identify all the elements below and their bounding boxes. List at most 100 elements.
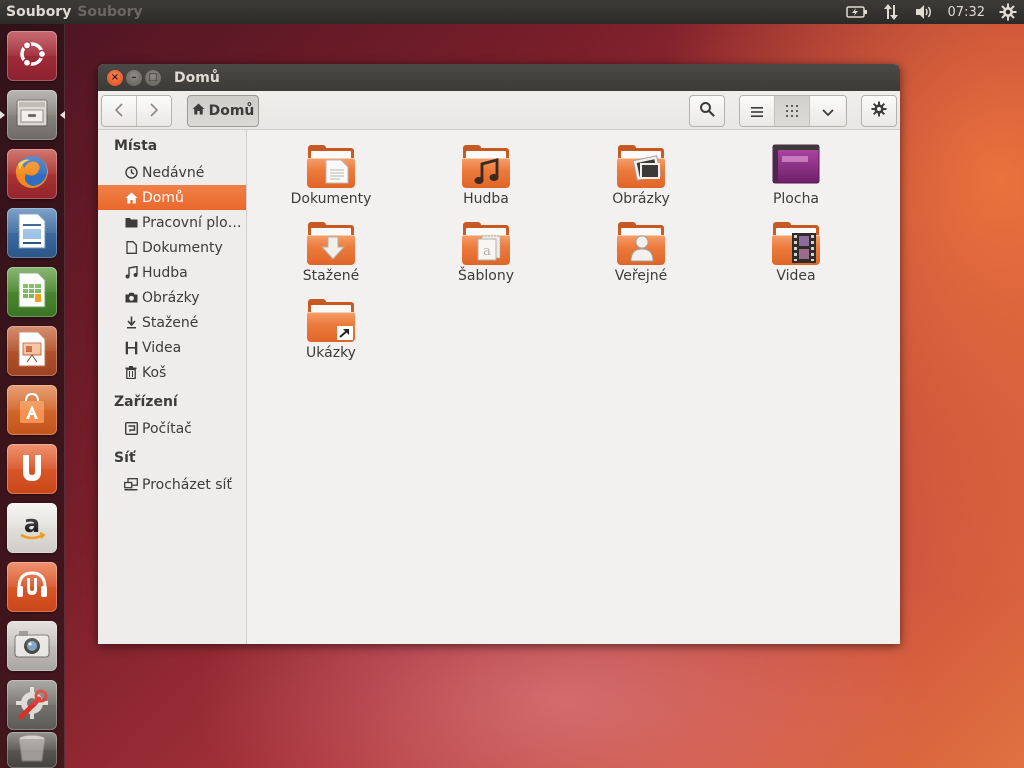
amazon-icon: a — [14, 508, 50, 548]
location-home-button[interactable]: Domů — [187, 95, 259, 127]
app-settings-button[interactable] — [861, 95, 897, 127]
window-body: Místa Nedávné Domů Pracovní plo… Dokumen… — [98, 130, 900, 644]
sidebar-item-documents[interactable]: Dokumenty — [98, 235, 246, 260]
picture-emblem-icon — [631, 152, 663, 184]
launcher-firefox-button[interactable] — [7, 149, 57, 199]
view-options-dropdown[interactable] — [810, 96, 845, 126]
launcher-impress-button[interactable] — [7, 326, 57, 376]
sidebar-item-videos[interactable]: Videa — [98, 335, 246, 360]
sidebar-item-home[interactable]: Domů — [98, 185, 246, 210]
window-title: Domů — [174, 69, 220, 86]
launcher-software-center-button[interactable] — [7, 385, 57, 435]
clock-icon — [124, 166, 138, 180]
music-emblem-icon — [474, 158, 500, 186]
close-icon: × — [110, 71, 120, 83]
file-cabinet-icon — [15, 98, 49, 132]
folder-icon: a — [462, 221, 510, 265]
file-name: Plocha — [772, 191, 820, 207]
music-note-icon — [124, 266, 138, 280]
impress-presentation-icon — [17, 331, 47, 371]
toolbar: Domů — [98, 91, 900, 130]
folder-item-documents[interactable]: Dokumenty — [271, 144, 391, 216]
folder-item-videos[interactable]: Videa — [736, 221, 856, 293]
settings-wrench-icon — [13, 684, 51, 726]
launcher-writer-button[interactable] — [7, 208, 57, 258]
view-mode-group — [739, 95, 847, 127]
folder-item-pictures[interactable]: Obrázky — [581, 144, 701, 216]
sidebar-item-desktop[interactable]: Pracovní plo… — [98, 210, 246, 235]
launcher-dash-button[interactable] — [7, 31, 57, 81]
sidebar-item-pictures[interactable]: Obrázky — [98, 285, 246, 310]
folder-item-music[interactable]: Hudba — [426, 144, 546, 216]
folder-item-desktop[interactable]: Plocha — [736, 144, 856, 216]
trash-icon — [124, 366, 138, 380]
launcher: a — [0, 24, 65, 768]
network-icon — [124, 478, 138, 492]
sidebar-item-label: Procházet síť — [142, 476, 232, 493]
launcher-shotwell-button[interactable] — [7, 621, 57, 671]
back-button[interactable] — [102, 96, 137, 126]
volume-icon[interactable] — [907, 0, 941, 24]
download-arrow-icon — [124, 316, 138, 330]
ubuntu-one-icon — [16, 450, 48, 488]
sidebar-item-recent[interactable]: Nedávné — [98, 160, 246, 185]
chevron-right-icon — [149, 102, 159, 121]
gear-icon — [871, 101, 887, 121]
launcher-music-store-button[interactable] — [7, 562, 57, 612]
file-name: Stažené — [302, 268, 360, 284]
person-emblem-icon — [630, 234, 654, 262]
home-icon — [124, 191, 138, 205]
film-emblem-icon — [791, 232, 817, 264]
launcher-calc-button[interactable] — [7, 267, 57, 317]
folder-item-templates[interactable]: a Šablony — [426, 221, 546, 293]
sidebar-item-browse-network[interactable]: Procházet síť — [98, 472, 246, 497]
folder-icon — [617, 144, 665, 188]
network-transfer-icon[interactable] — [875, 0, 907, 24]
sidebar-item-downloads[interactable]: Stažené — [98, 310, 246, 335]
sidebar-item-label: Hudba — [142, 264, 188, 281]
location-label: Domů — [208, 103, 255, 119]
sidebar-item-computer[interactable]: Počítač — [98, 416, 246, 441]
forward-button[interactable] — [136, 96, 171, 126]
calc-spreadsheet-icon — [17, 272, 47, 312]
sidebar-item-trash[interactable]: Koš — [98, 360, 246, 385]
ubuntu-one-music-icon — [14, 568, 50, 606]
file-name: Obrázky — [612, 191, 670, 207]
window-maximize-button[interactable]: □ — [145, 69, 161, 86]
list-view-button[interactable] — [740, 96, 775, 126]
sidebar-item-label: Stažené — [142, 314, 199, 331]
camera-icon — [13, 629, 51, 663]
window-titlebar[interactable]: × – □ Domů — [98, 64, 900, 91]
minimize-icon: – — [131, 71, 137, 83]
folder-item-downloads[interactable]: Stažené — [271, 221, 391, 293]
system-gear-icon[interactable] — [992, 0, 1024, 24]
launcher-amazon-button[interactable]: a — [7, 503, 57, 553]
template-emblem-icon: a — [476, 235, 502, 261]
places-sidebar: Místa Nedávné Domů Pracovní plo… Dokumen… — [98, 130, 247, 644]
battery-icon[interactable] — [839, 0, 875, 24]
launcher-system-settings-button[interactable] — [7, 680, 57, 730]
clock-indicator[interactable]: 07:32 — [941, 0, 992, 24]
svg-text:a: a — [24, 510, 40, 538]
sidebar-item-label: Obrázky — [142, 289, 200, 306]
app-menu-title[interactable]: Soubory — [0, 4, 71, 20]
folder-item-examples[interactable]: Ukázky — [271, 298, 391, 370]
file-name: Dokumenty — [290, 191, 372, 207]
folder-item-public[interactable]: Veřejné — [581, 221, 701, 293]
document-icon — [124, 241, 138, 255]
grid-view-button[interactable] — [775, 96, 810, 126]
search-button[interactable] — [689, 95, 725, 127]
sidebar-item-label: Pracovní plo… — [142, 214, 242, 231]
launcher-trash-button[interactable] — [7, 732, 57, 768]
file-name: Šablony — [458, 268, 514, 284]
window-minimize-button[interactable]: – — [126, 69, 142, 86]
sidebar-item-label: Počítač — [142, 420, 192, 437]
launcher-files-button[interactable] — [7, 90, 57, 140]
devices-heading: Zařízení — [114, 394, 178, 410]
launcher-ubuntu-one-button[interactable] — [7, 444, 57, 494]
window-close-button[interactable]: × — [107, 69, 123, 86]
link-arrow-emblem-icon — [337, 326, 353, 340]
places-heading: Místa — [114, 138, 158, 154]
home-icon — [192, 103, 205, 119]
sidebar-item-music[interactable]: Hudba — [98, 260, 246, 285]
